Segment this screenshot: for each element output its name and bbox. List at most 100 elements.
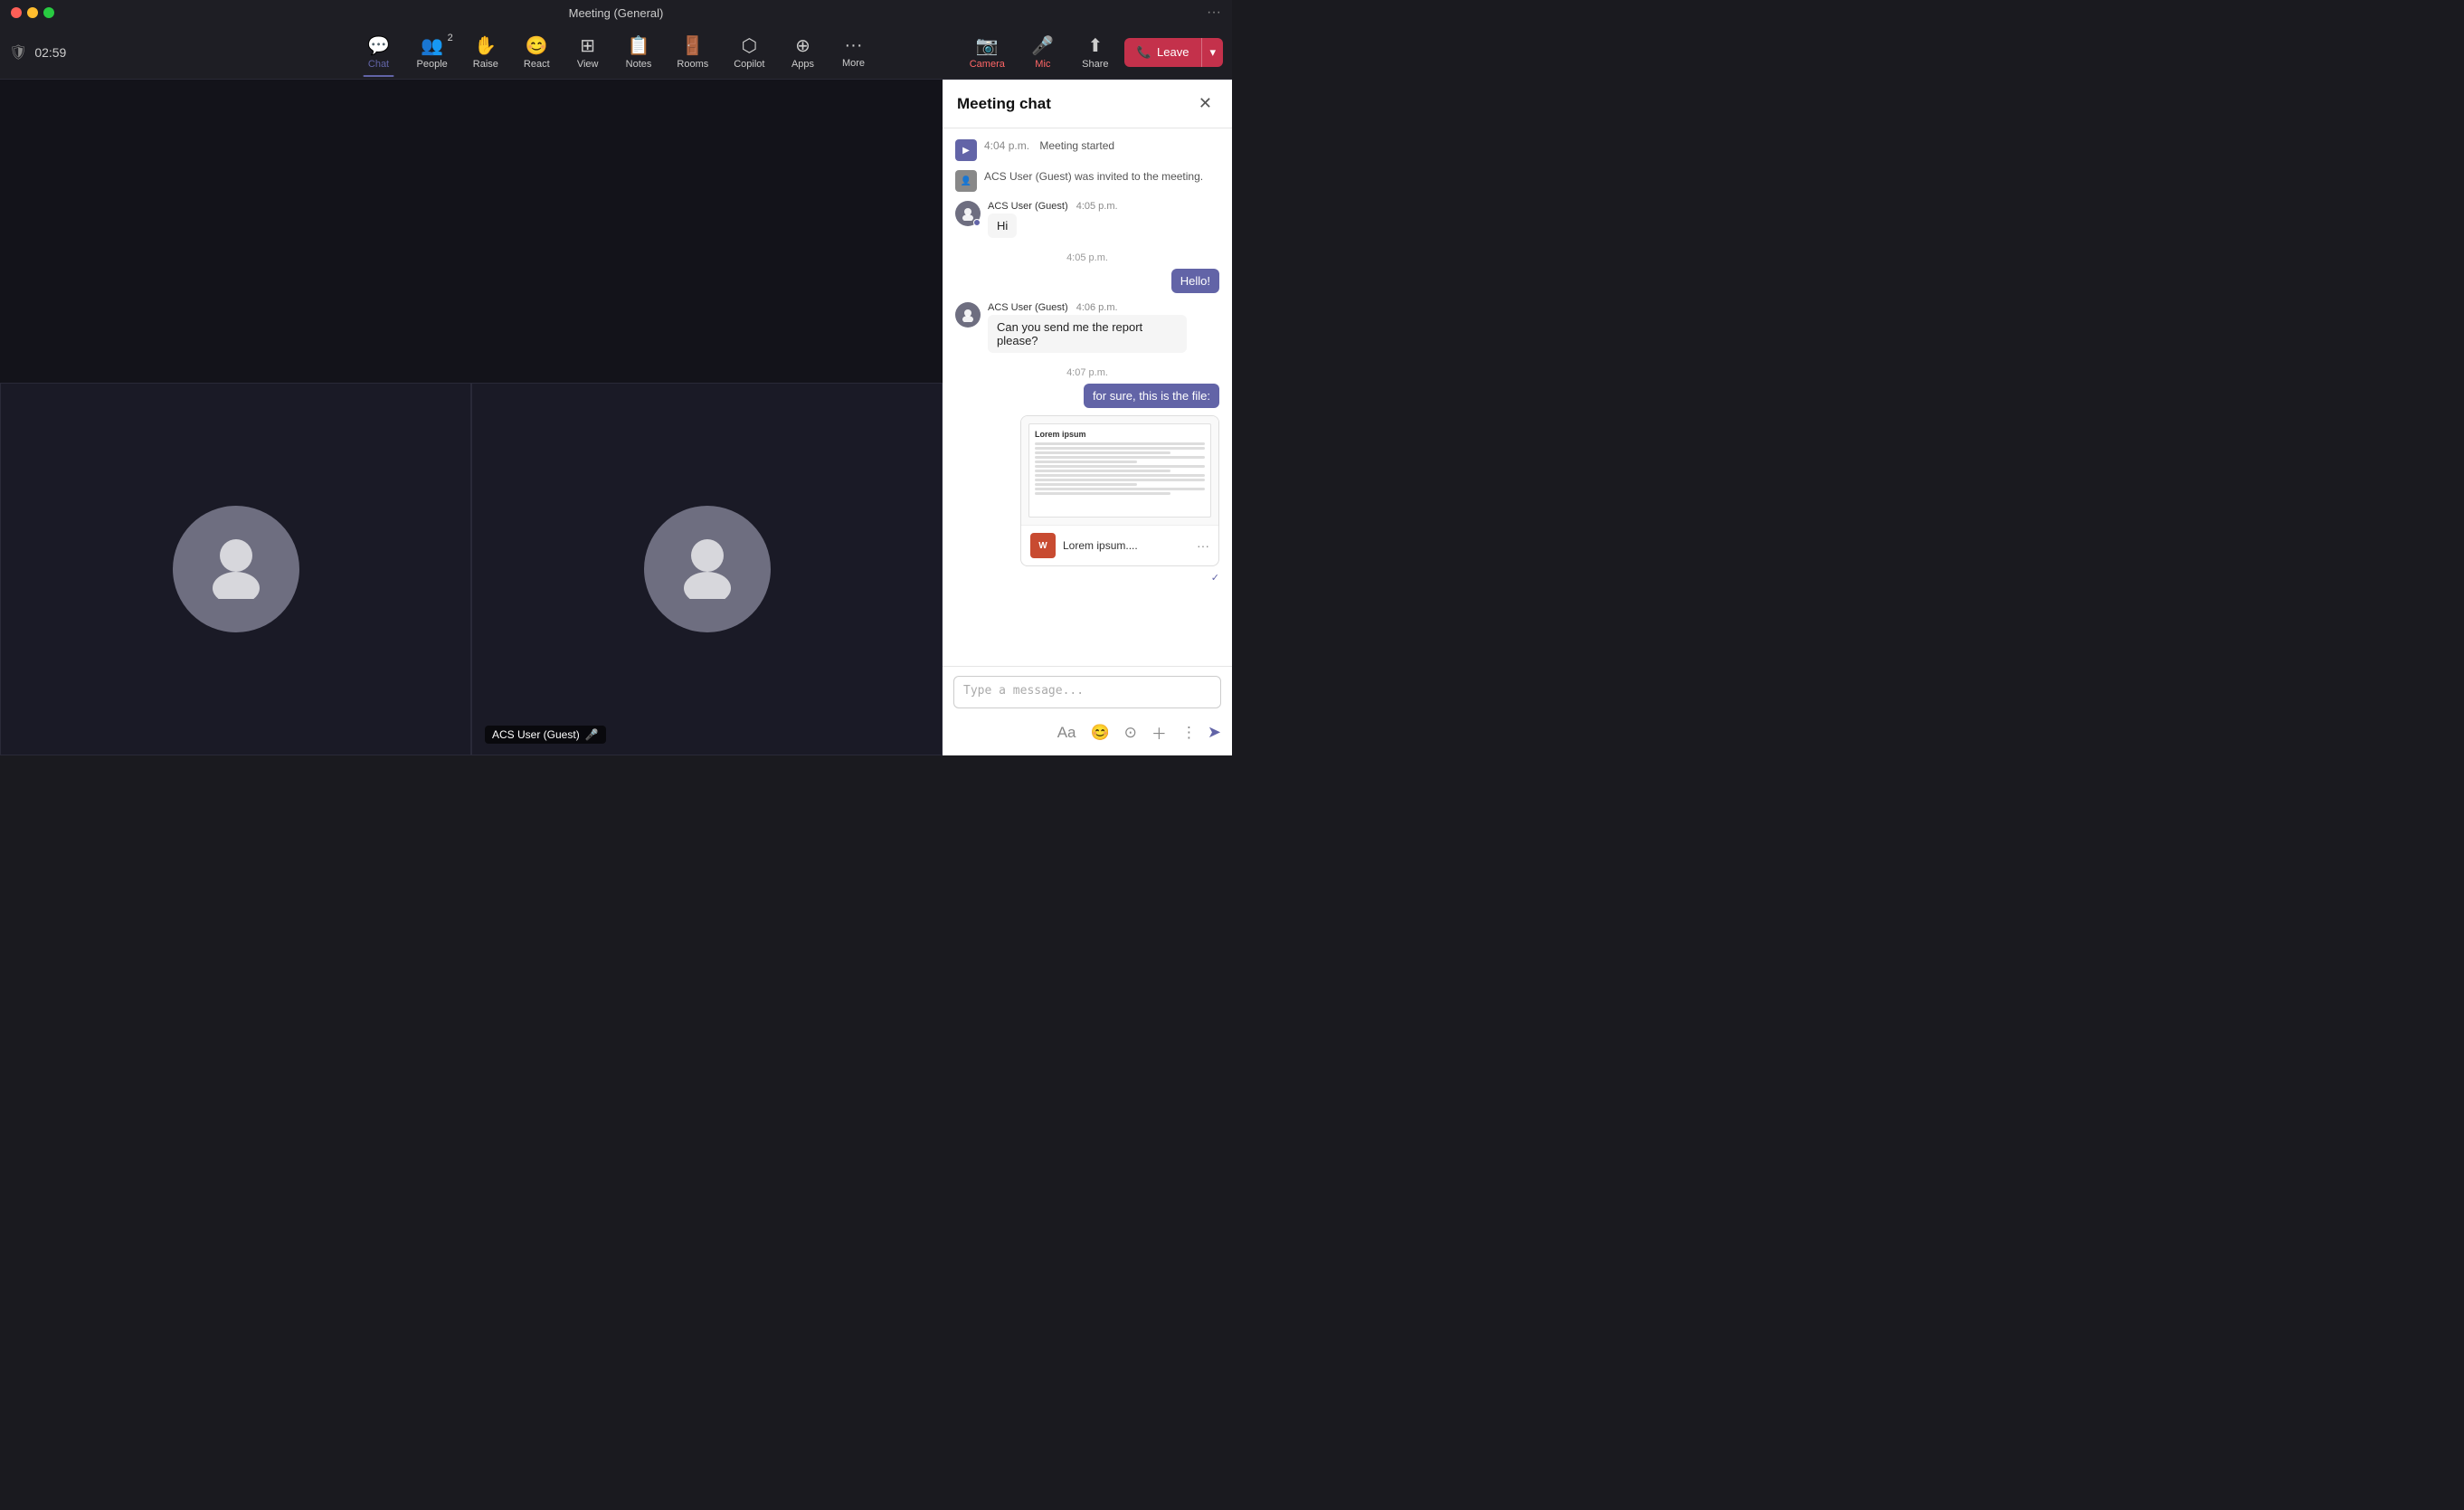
file-more-button[interactable]: ··· bbox=[1197, 538, 1209, 553]
preview-line-11 bbox=[1035, 488, 1205, 490]
nav-view[interactable]: ⊞ View bbox=[563, 31, 613, 73]
video-top-space bbox=[0, 80, 943, 383]
chat-input[interactable] bbox=[953, 676, 1221, 708]
chat-icon: 💬 bbox=[367, 34, 390, 57]
shield-icon: 🛡 bbox=[9, 43, 27, 62]
react-icon: 😊 bbox=[526, 34, 548, 57]
share-icon: ⬆ bbox=[1087, 34, 1103, 57]
main-content: ACS User (Guest) 🎤 Meeting chat ✕ ▶ 4:04… bbox=[0, 80, 1232, 755]
leave-button[interactable]: 📞 Leave bbox=[1124, 38, 1202, 67]
chat-close-button[interactable]: ✕ bbox=[1193, 92, 1218, 115]
system-icon-video: ▶ bbox=[955, 139, 977, 161]
avatar-2 bbox=[644, 506, 771, 632]
apps-icon: ⊕ bbox=[795, 34, 810, 57]
leave-dropdown-button[interactable]: ▾ bbox=[1201, 38, 1223, 67]
system-invite-text: ACS User (Guest) was invited to the meet… bbox=[984, 170, 1203, 183]
participant-label: ACS User (Guest) 🎤 bbox=[485, 726, 606, 744]
format-text-button[interactable]: Aa bbox=[1054, 721, 1080, 745]
emoji-button[interactable]: 😊 bbox=[1086, 721, 1113, 745]
preview-line-4 bbox=[1035, 456, 1205, 459]
chat-input-area: Aa 😊 ⊙ ＋ ⋮ ➤ bbox=[943, 666, 1232, 755]
online-dot bbox=[973, 219, 981, 226]
msg-check-icon: ✓ bbox=[1211, 572, 1219, 584]
msg-report-meta: ACS User (Guest) 4:06 p.m. bbox=[988, 302, 1219, 313]
msg-report: ACS User (Guest) 4:06 p.m. Can you send … bbox=[955, 302, 1219, 353]
nav-copilot[interactable]: ⬡ Copilot bbox=[721, 31, 777, 73]
system-msg-invite: 👤 ACS User (Guest) was invited to the me… bbox=[955, 170, 1219, 192]
nav-apps[interactable]: ⊕ Apps bbox=[777, 31, 828, 73]
file-preview: Lorem ipsum bbox=[1021, 416, 1218, 525]
msg-hello-row: Hello! bbox=[955, 269, 1219, 293]
system-icon-user: 👤 bbox=[955, 170, 977, 192]
preview-line-10 bbox=[1035, 483, 1137, 486]
preview-line-12 bbox=[1035, 492, 1170, 495]
file-card[interactable]: Lorem ipsum bbox=[1020, 415, 1219, 566]
file-type-icon: W bbox=[1030, 533, 1056, 558]
more-options-button[interactable]: ⋮ bbox=[1178, 721, 1200, 745]
preview-line-2 bbox=[1035, 447, 1205, 450]
preview-line-9 bbox=[1035, 479, 1205, 481]
msg-hi-meta: ACS User (Guest) 4:05 p.m. bbox=[988, 201, 1219, 212]
file-preview-inner: Lorem ipsum bbox=[1028, 423, 1211, 518]
file-name: Lorem ipsum.... bbox=[1063, 539, 1189, 552]
camera-button[interactable]: 📷 Camera bbox=[961, 31, 1014, 73]
toolbar-left: 🛡 02:59 bbox=[9, 43, 100, 62]
attach-button[interactable]: ＋ bbox=[1148, 718, 1170, 746]
title-bar: Meeting (General) ··· bbox=[0, 0, 1232, 25]
nav-rooms[interactable]: 🚪 Rooms bbox=[664, 31, 721, 73]
window-title: Meeting (General) bbox=[569, 6, 664, 20]
gif-button[interactable]: ⊙ bbox=[1121, 721, 1141, 745]
msg-timestamp-405: 4:05 p.m. bbox=[955, 252, 1219, 263]
view-icon: ⊞ bbox=[580, 34, 595, 57]
avatar-acs-2 bbox=[955, 302, 981, 328]
toolbar-center: 💬 Chat 👥 People 2 ✋ Raise 😊 React ⊞ View… bbox=[354, 31, 879, 73]
msg-forsure-row: for sure, this is the file: Lorem ipsum bbox=[955, 384, 1219, 584]
close-button[interactable] bbox=[11, 7, 22, 18]
video-tile-2: ACS User (Guest) 🎤 bbox=[471, 383, 943, 755]
rooms-icon: 🚪 bbox=[681, 34, 704, 57]
send-button[interactable]: ➤ bbox=[1208, 723, 1221, 742]
chat-panel-title: Meeting chat bbox=[957, 95, 1051, 113]
system-msg-time: 4:04 p.m. bbox=[984, 139, 1032, 152]
minimize-button[interactable] bbox=[27, 7, 38, 18]
mute-icon: 🎤 bbox=[585, 728, 599, 741]
msg-forsure-bubble: for sure, this is the file: bbox=[1084, 384, 1219, 408]
share-button[interactable]: ⬆ Share bbox=[1072, 31, 1119, 73]
nav-notes[interactable]: 📋 Notes bbox=[613, 31, 665, 73]
msg-hi: ACS User (Guest) 4:05 p.m. Hi bbox=[955, 201, 1219, 238]
preview-line-8 bbox=[1035, 474, 1205, 477]
copilot-icon: ⬡ bbox=[742, 34, 757, 57]
people-icon: 👥 bbox=[421, 34, 443, 57]
leave-group: 📞 Leave ▾ bbox=[1124, 38, 1223, 67]
nav-raise[interactable]: ✋ Raise bbox=[460, 31, 511, 73]
mic-icon: 🎤 bbox=[1031, 34, 1054, 57]
avatar-2-icon bbox=[671, 527, 744, 613]
chat-messages: ▶ 4:04 p.m. Meeting started 👤 ACS User (… bbox=[943, 128, 1232, 666]
nav-more[interactable]: ··· More bbox=[828, 32, 878, 72]
camera-icon: 📷 bbox=[976, 34, 999, 57]
preview-line-5 bbox=[1035, 461, 1137, 463]
system-msg-text: Meeting started bbox=[1039, 139, 1114, 152]
chat-input-toolbar: Aa 😊 ⊙ ＋ ⋮ ➤ bbox=[953, 718, 1221, 746]
title-menu-icon[interactable]: ··· bbox=[1207, 5, 1221, 21]
preview-line-7 bbox=[1035, 470, 1170, 472]
video-area: ACS User (Guest) 🎤 bbox=[0, 80, 943, 755]
nav-people[interactable]: 👥 People 2 bbox=[404, 31, 460, 73]
nav-chat[interactable]: 💬 Chat bbox=[354, 31, 404, 73]
mic-button[interactable]: 🎤 Mic bbox=[1019, 31, 1066, 73]
msg-timestamp-407: 4:07 p.m. bbox=[955, 367, 1219, 378]
avatar-1-icon bbox=[200, 527, 272, 613]
msg-hi-bubble: Hi bbox=[988, 214, 1017, 238]
preview-line-1 bbox=[1035, 442, 1205, 445]
avatar-acs bbox=[955, 201, 981, 226]
video-bottom: ACS User (Guest) 🎤 bbox=[0, 383, 943, 755]
msg-report-bubble: Can you send me the report please? bbox=[988, 315, 1187, 353]
nav-react[interactable]: 😊 React bbox=[511, 31, 563, 73]
participant-name: ACS User (Guest) bbox=[492, 728, 580, 741]
toolbar: 🛡 02:59 💬 Chat 👥 People 2 ✋ Raise 😊 Reac… bbox=[0, 25, 1232, 80]
avatar-1 bbox=[173, 506, 299, 632]
raise-icon: ✋ bbox=[474, 34, 497, 57]
system-msg-started: ▶ 4:04 p.m. Meeting started bbox=[955, 139, 1219, 161]
maximize-button[interactable] bbox=[43, 7, 54, 18]
msg-file-wrap: 4:07 p.m. for sure, this is the file: Lo… bbox=[955, 362, 1219, 584]
